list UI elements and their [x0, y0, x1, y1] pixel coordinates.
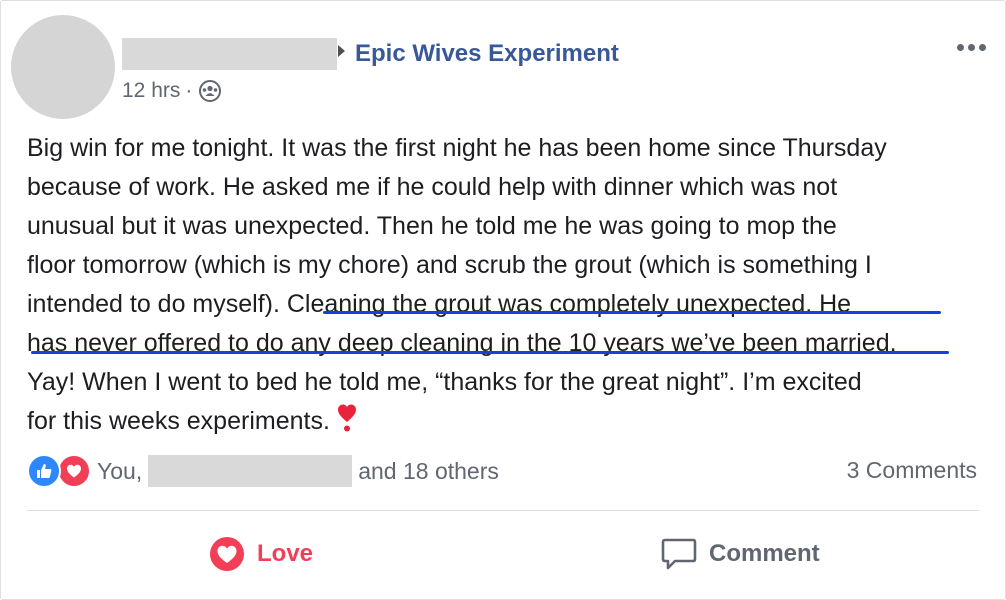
post-line: intended to do myself). Cleaning the gro…: [27, 290, 852, 318]
redacted-author-name: [122, 38, 337, 70]
love-button[interactable]: Love: [209, 529, 313, 579]
divider: [27, 510, 979, 511]
post-body: Big win for me tonight. It was the first…: [27, 129, 995, 445]
love-reaction-icon: [57, 454, 91, 488]
reactions-summary[interactable]: You, and 18 others: [27, 453, 499, 489]
reactions-others-label: and 18 others: [358, 457, 499, 484]
post-line: unusual but it was unexpected. Then he t…: [27, 212, 837, 240]
post-line: has never offered to do any deep cleanin…: [27, 329, 897, 357]
meta-separator: ·: [185, 79, 193, 102]
group-audience-icon: [197, 80, 223, 102]
comment-icon: [661, 538, 697, 570]
caret-right-icon: [338, 45, 345, 57]
group-name-link[interactable]: Epic Wives Experiment: [355, 38, 619, 70]
comment-button[interactable]: Comment: [661, 529, 820, 579]
post-line-text: for this weeks experiments.: [27, 407, 330, 435]
annotation-underline-2: [31, 351, 949, 354]
avatar[interactable]: [11, 15, 115, 119]
love-icon: [210, 537, 244, 571]
heart-exclamation-emoji-icon: [336, 403, 358, 445]
post-line-last: for this weeks experiments.: [27, 402, 995, 445]
reactions-you-label: You,: [97, 457, 143, 484]
comment-button-label: Comment: [709, 540, 820, 567]
redacted-friend-name: [148, 455, 353, 487]
post-card: Epic Wives Experiment 12 hrs · Big win f…: [0, 0, 1006, 600]
post-line: Big win for me tonight. It was the first…: [27, 134, 887, 162]
post-line: because of work. He asked me if he could…: [27, 173, 838, 201]
post-line: Yay! When I went to bed he told me, “tha…: [27, 368, 862, 396]
annotation-underline-1: [323, 311, 941, 314]
post-timestamp[interactable]: 12 hrs: [122, 77, 180, 105]
post-meta: 12 hrs ·: [122, 77, 223, 105]
post-line: floor tomorrow (which is my chore) and s…: [27, 251, 872, 279]
love-button-label: Love: [257, 540, 314, 567]
more-options-icon[interactable]: [951, 37, 991, 57]
comments-count-link[interactable]: 3 Comments: [847, 457, 977, 484]
like-reaction-icon: [27, 454, 61, 488]
